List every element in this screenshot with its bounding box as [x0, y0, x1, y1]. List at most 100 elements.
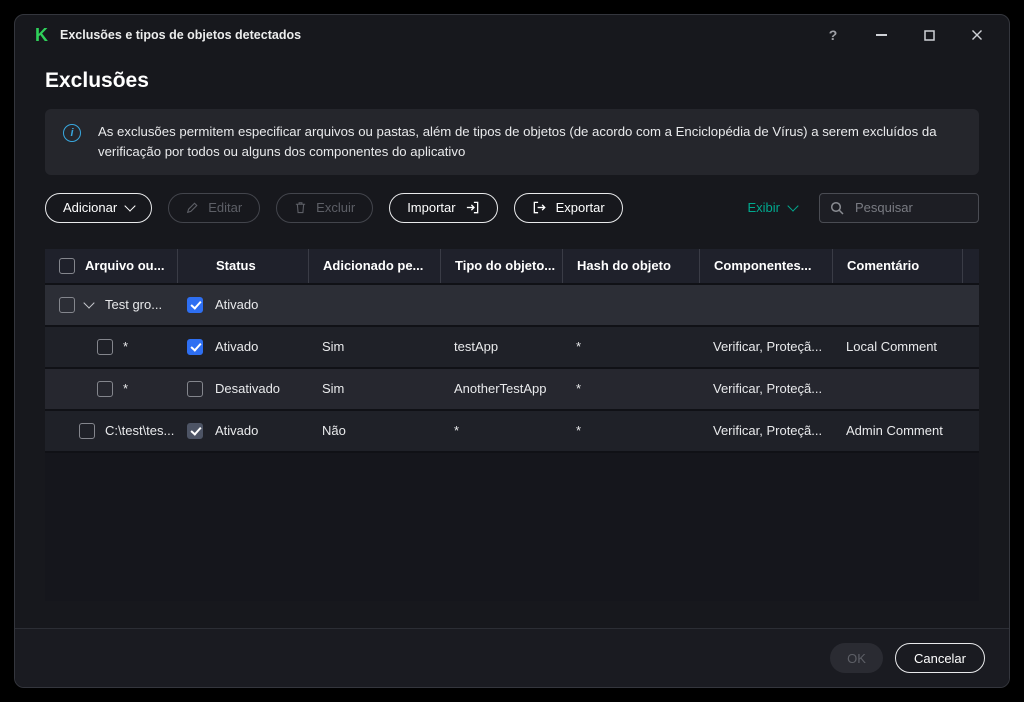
pencil-icon: [187, 202, 198, 214]
empty-cell: [962, 411, 979, 451]
group-status-cell: Ativado: [177, 285, 308, 325]
export-button[interactable]: Exportar: [513, 192, 623, 223]
delete-button[interactable]: Excluir: [276, 192, 374, 223]
row-comment: Admin Comment: [846, 423, 943, 439]
row-status-checkbox[interactable]: [187, 422, 203, 439]
row-hash: *: [576, 339, 582, 355]
close-icon: [972, 30, 982, 40]
view-dropdown-label: Exibir: [747, 200, 780, 216]
group-status-label: Ativado: [215, 297, 259, 313]
select-all-checkbox[interactable]: [59, 257, 75, 274]
titlebar: K Exclusões e tipos de objetos detectado…: [15, 15, 1009, 55]
view-dropdown[interactable]: Exibir: [741, 199, 803, 216]
header-added[interactable]: Adicionado pe...: [308, 248, 440, 283]
edit-button-label: Editar: [208, 200, 243, 216]
empty-cell: [308, 285, 440, 325]
row-added: Sim: [322, 339, 345, 355]
row-comment: [832, 369, 962, 409]
import-button[interactable]: Importar: [389, 192, 498, 223]
empty-cell: [962, 285, 979, 325]
minimize-button[interactable]: [867, 21, 895, 49]
row-status-label: Ativado: [215, 339, 259, 355]
import-button-label: Importar: [407, 200, 456, 216]
row-status-checkbox[interactable]: [187, 380, 203, 397]
row-components: Verificar, Proteçã...: [713, 381, 823, 397]
row-file-cell: C:\test\tes...: [45, 411, 177, 451]
info-text: As exclusões permitem especificar arquiv…: [98, 124, 937, 159]
empty-cell: [962, 369, 979, 409]
row-select-checkbox[interactable]: [97, 380, 113, 397]
edit-button[interactable]: Editar: [168, 192, 261, 223]
table-row[interactable]: * Desativado Sim AnotherTestApp * Verifi…: [45, 368, 979, 411]
table-row-group[interactable]: Test gro... Ativado: [45, 284, 979, 327]
row-select-checkbox[interactable]: [79, 422, 95, 439]
row-select-checkbox[interactable]: [97, 338, 113, 355]
add-button[interactable]: Adicionar: [45, 192, 153, 223]
export-button-label: Exportar: [555, 200, 605, 216]
table-row[interactable]: * Ativado Sim testApp * Verificar, Prote…: [45, 326, 979, 369]
empty-cell: [962, 327, 979, 367]
row-added: Não: [322, 423, 346, 439]
row-status-label: Desativado: [215, 381, 281, 397]
header-file-cell: Arquivo ou...: [45, 249, 177, 283]
row-type: *: [454, 423, 460, 439]
app-window: K Exclusões e tipos de objetos detectado…: [14, 14, 1010, 688]
minimize-icon: [875, 34, 887, 36]
group-file-cell: Test gro...: [45, 285, 177, 325]
close-button[interactable]: [963, 21, 991, 49]
search-input[interactable]: [853, 199, 968, 217]
header-status[interactable]: Status: [177, 248, 308, 283]
exclusions-table: Arquivo ou... Status Adicionado pe... Ti…: [45, 248, 979, 601]
add-button-label: Adicionar: [63, 200, 118, 216]
empty-cell: [562, 285, 699, 325]
empty-cell: [440, 285, 562, 325]
ok-button[interactable]: OK: [830, 643, 883, 673]
group-collapse-chevron-icon[interactable]: [83, 297, 95, 309]
row-status-checkbox[interactable]: [187, 338, 203, 355]
row-status-cell: Ativado: [177, 411, 308, 451]
row-file-cell: *: [45, 369, 177, 409]
row-components: Verificar, Proteçã...: [713, 423, 823, 439]
row-file: *: [123, 381, 129, 397]
header-type[interactable]: Tipo do objeto...: [440, 248, 562, 283]
empty-cell: [699, 285, 832, 325]
cancel-button[interactable]: Cancelar: [894, 643, 985, 673]
toolbar: Adicionar Editar Excluir Importar Export…: [45, 192, 979, 223]
help-button[interactable]: ?: [819, 21, 847, 49]
row-file: C:\test\tes...: [105, 423, 175, 439]
table-row[interactable]: C:\test\tes... Ativado Não * * Verificar…: [45, 410, 979, 453]
delete-button-label: Excluir: [316, 200, 356, 216]
maximize-icon: [923, 29, 935, 41]
import-icon: [466, 201, 478, 214]
row-select-checkbox[interactable]: [59, 296, 75, 313]
maximize-button[interactable]: [915, 21, 943, 49]
header-hash[interactable]: Hash do objeto: [562, 248, 699, 283]
chevron-down-icon: [787, 199, 799, 212]
kaspersky-logo-icon: K: [35, 25, 48, 45]
titlebar-left: K Exclusões e tipos de objetos detectado…: [35, 26, 301, 44]
row-hash: *: [576, 381, 582, 397]
group-status-checkbox[interactable]: [187, 296, 203, 313]
page-title: Exclusões: [45, 69, 149, 92]
header-components[interactable]: Componentes...: [699, 248, 832, 283]
export-icon: [533, 201, 546, 214]
info-banner: i As exclusões permitem especificar arqu…: [45, 109, 979, 175]
window-controls: ?: [799, 21, 991, 49]
header-comment[interactable]: Comentário: [832, 248, 962, 283]
group-name: Test gro...: [105, 297, 163, 313]
row-added: Sim: [322, 381, 345, 397]
empty-cell: [832, 285, 962, 325]
header-file-label[interactable]: Arquivo ou...: [85, 258, 164, 273]
row-status-cell: Desativado: [177, 369, 308, 409]
info-icon: i: [63, 124, 81, 142]
window-title: Exclusões e tipos de objetos detectados: [60, 28, 302, 42]
chevron-down-icon: [124, 199, 136, 212]
row-file: *: [123, 339, 129, 355]
row-components: Verificar, Proteçã...: [713, 339, 823, 355]
table-header: Arquivo ou... Status Adicionado pe... Ti…: [45, 248, 979, 285]
search-icon: [830, 201, 844, 215]
desktop-background: K Exclusões e tipos de objetos detectado…: [0, 0, 1024, 702]
row-type: AnotherTestApp: [454, 381, 547, 397]
row-hash: *: [576, 423, 582, 439]
search-box[interactable]: [819, 192, 979, 223]
